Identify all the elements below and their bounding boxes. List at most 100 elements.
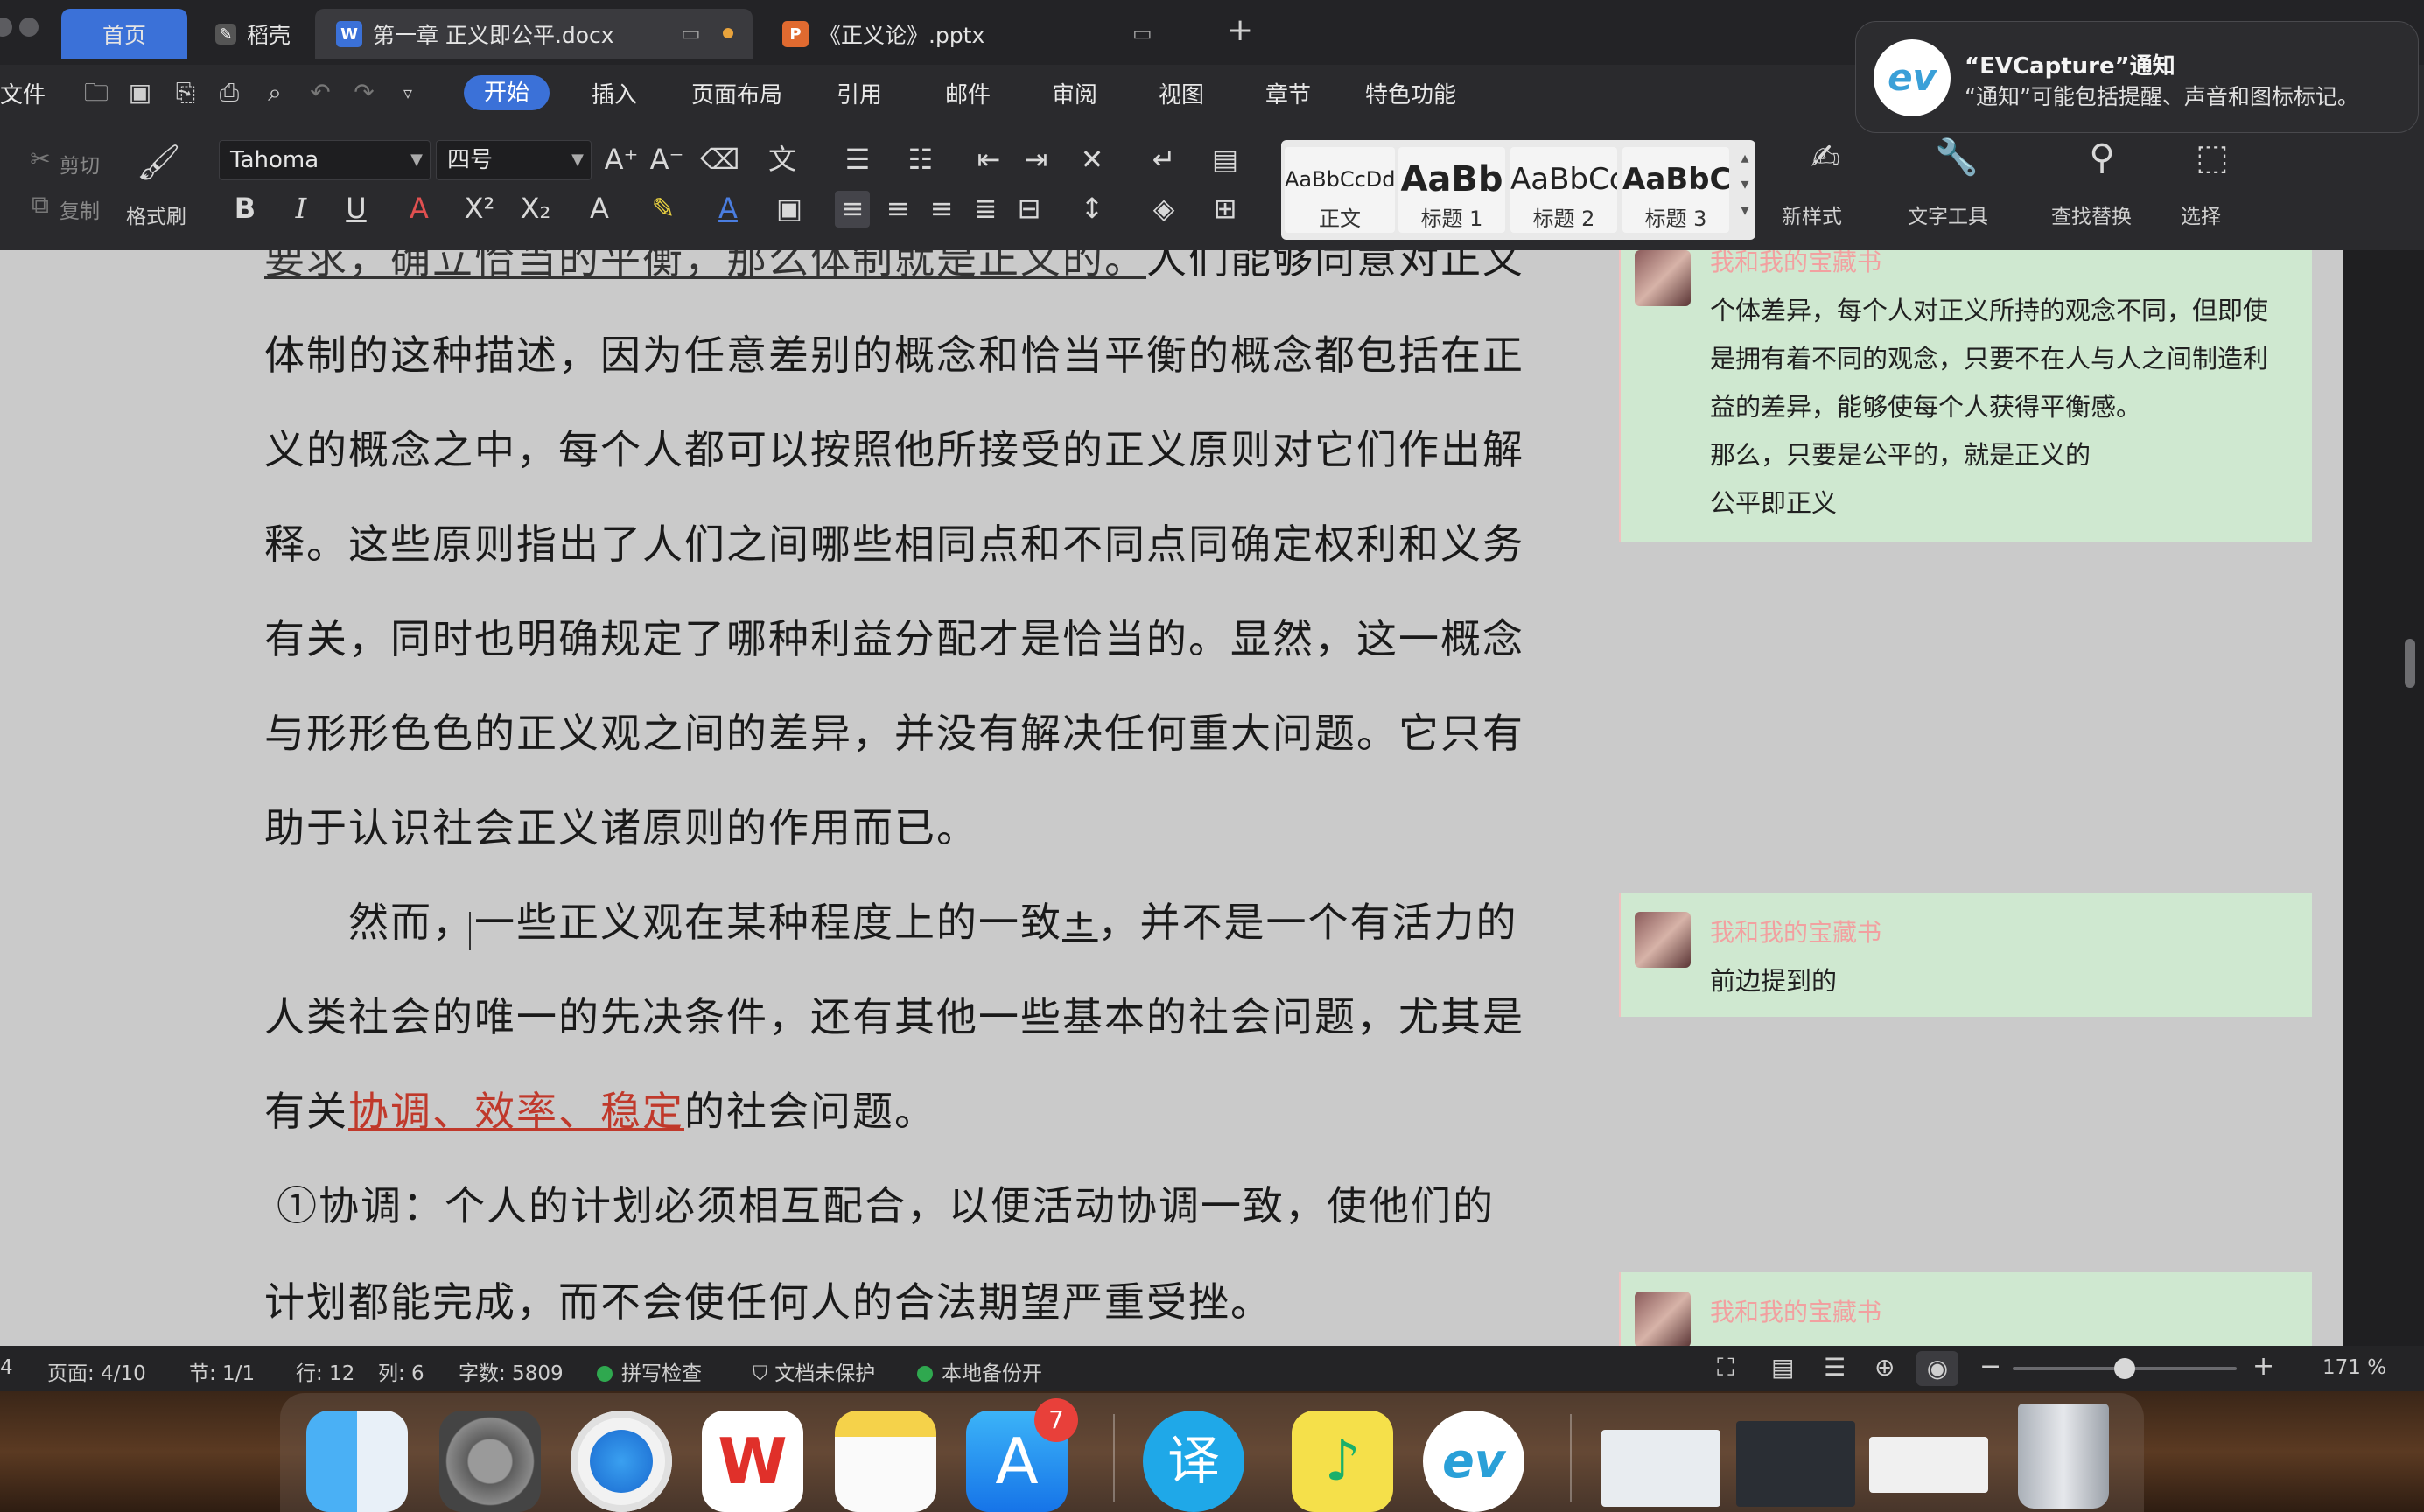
menu-home-start[interactable]: 开始 — [464, 75, 550, 110]
comment-card[interactable]: 我和我的宝藏书 个体差异，每个人对正义所持的观念不同，但即使 是拥有着不同的观念… — [1619, 250, 2312, 542]
new-style-icon[interactable]: ✍ — [1801, 138, 1850, 177]
window-close-dot[interactable] — [0, 18, 12, 37]
search-icon[interactable]: ⚲ — [2077, 138, 2126, 177]
distribute-icon[interactable]: ⊟ — [1010, 189, 1048, 228]
document-protection[interactable]: ⛉ 文档未保护 — [753, 1356, 875, 1386]
clear-format-icon[interactable]: ⌫ — [700, 140, 739, 178]
numbered-list-icon[interactable]: ☷ — [896, 140, 945, 178]
page-indicator[interactable]: 页面: 4/10 — [47, 1356, 146, 1386]
subscript-icon[interactable]: X₂ — [516, 189, 555, 228]
style-normal[interactable]: AaBbCcDd 正文 — [1285, 147, 1395, 233]
save-icon[interactable]: ▣ — [124, 77, 156, 108]
window-minimize-dot[interactable] — [19, 18, 39, 37]
menu-mailings[interactable]: 邮件 — [945, 77, 991, 109]
window-thumbnail-1[interactable] — [1601, 1430, 1720, 1507]
zoom-slider[interactable] — [2013, 1358, 2237, 1379]
tab-home[interactable]: 首页 — [61, 9, 187, 60]
style-heading-1[interactable]: AaBb 标题 1 — [1398, 147, 1505, 233]
new-tab-plus-icon[interactable]: + — [1227, 12, 1253, 48]
strikethrough-icon[interactable]: A — [394, 189, 445, 228]
spell-check-toggle[interactable]: 拼写检查 — [597, 1356, 702, 1386]
style-heading-3[interactable]: AaBbCc 标题 3 — [1622, 147, 1729, 233]
phonetic-guide-icon[interactable]: 文 — [756, 140, 809, 178]
comment-card[interactable]: 我和我的宝藏书 — [1619, 1272, 2312, 1346]
chinese-layout-icon[interactable]: ✕ — [1068, 140, 1117, 178]
menu-special-features[interactable]: 特色功能 — [1365, 77, 1456, 109]
highlight-icon[interactable]: ✎ — [639, 189, 688, 228]
copy-label[interactable]: 复制 — [60, 194, 100, 224]
line-spacing-icon[interactable]: ↕ — [1068, 189, 1117, 228]
customize-dropdown-icon[interactable]: ▿ — [392, 77, 424, 108]
font-name-select[interactable]: Tahoma ▼ — [219, 140, 431, 180]
superscript-icon[interactable]: X² — [460, 189, 499, 228]
local-backup-toggle[interactable]: 本地备份开 — [917, 1356, 1042, 1386]
section-indicator[interactable]: 节: 1/1 — [189, 1356, 255, 1386]
menu-file[interactable]: 文件 — [0, 77, 46, 109]
evcapture-dock-icon[interactable]: ev — [1423, 1410, 1524, 1512]
text-direction-icon[interactable]: ↵ — [1139, 140, 1188, 178]
print-preview-icon[interactable]: ⌕ — [259, 77, 291, 108]
align-right-icon[interactable]: ≡ — [922, 189, 961, 228]
select-label[interactable]: 选择 — [2181, 200, 2221, 229]
word-count[interactable]: 字数: 5809 — [459, 1356, 564, 1386]
web-view-icon[interactable]: ⊕ — [1874, 1353, 1895, 1382]
outline-view-icon[interactable]: ☰ — [1824, 1353, 1846, 1382]
font-color-icon[interactable]: A — [704, 189, 753, 228]
tab-daoke[interactable]: ✎ 稻壳 — [194, 9, 308, 60]
new-style-label[interactable]: 新样式 — [1782, 200, 1842, 229]
menu-chapter[interactable]: 章节 — [1265, 77, 1311, 109]
finder-icon[interactable] — [306, 1410, 408, 1512]
safari-icon[interactable] — [571, 1410, 672, 1512]
monitor-icon[interactable]: ▭ — [1132, 21, 1152, 46]
fullscreen-icon[interactable]: ⛶ — [1717, 1353, 1734, 1382]
increase-indent-icon[interactable]: ⇥ — [1017, 140, 1055, 178]
select-icon[interactable]: ⬚ — [2188, 138, 2237, 177]
cut-label[interactable]: 剪切 — [60, 149, 100, 178]
scissors-icon[interactable]: ✂ — [21, 140, 60, 178]
scrollbar-thumb[interactable] — [2405, 639, 2415, 688]
settings-icon[interactable] — [439, 1410, 541, 1512]
tab-pptx[interactable]: P 《正义论》.pptx ▭ — [761, 9, 1181, 60]
justify-icon[interactable]: ≣ — [966, 189, 1005, 228]
format-painter-label[interactable]: 格式刷 — [126, 200, 186, 229]
window-thumbnail-2[interactable] — [1736, 1421, 1855, 1507]
monitor-icon[interactable]: ▭ — [681, 21, 701, 46]
shading-icon[interactable]: ◈ — [1139, 189, 1188, 228]
style-heading-2[interactable]: AaBbCc 标题 2 — [1510, 147, 1617, 233]
vertical-scrollbar[interactable] — [2343, 250, 2424, 1346]
bullet-list-icon[interactable]: ☰ — [833, 140, 882, 178]
undo-icon[interactable]: ↶ — [305, 77, 336, 108]
ruler-icon[interactable]: ▤ — [1206, 140, 1244, 178]
find-replace-label[interactable]: 查找替换 — [2051, 200, 2132, 229]
zoom-level[interactable]: 171 % — [2322, 1356, 2386, 1379]
page-view-icon[interactable]: ▤ — [1771, 1353, 1794, 1382]
notification-banner[interactable]: ev “EVCapture”通知 “通知”可能包括提醒、声音和图标标记。 — [1855, 21, 2419, 133]
text-effect-icon[interactable]: A — [578, 189, 621, 228]
wps-icon[interactable]: W — [702, 1410, 803, 1512]
decrease-indent-icon[interactable]: ⇤ — [970, 140, 1008, 178]
notes-icon[interactable] — [835, 1410, 936, 1512]
zoom-out-icon[interactable]: − — [1979, 1351, 2001, 1382]
redo-icon[interactable]: ↷ — [348, 77, 380, 108]
copy-icon[interactable]: ⧉ — [21, 186, 60, 224]
zoom-in-icon[interactable]: + — [2252, 1351, 2274, 1382]
tab-docx[interactable]: W 第一章 正义即公平.docx ▭ — [315, 9, 753, 60]
open-folder-icon[interactable]: 🗀 — [81, 77, 112, 108]
document-page[interactable]: 要求，确立恰当的平衡，那么体制就是正义的。人们能够同意对正义 体制的这种描述，因… — [0, 250, 1619, 1346]
text-tools-label[interactable]: 文字工具 — [1908, 200, 1988, 229]
menu-view[interactable]: 视图 — [1159, 77, 1204, 109]
wrench-icon[interactable]: 🔧 — [1932, 138, 1981, 177]
translate-icon[interactable]: 译 — [1143, 1410, 1244, 1512]
print-icon[interactable]: ⎙ — [214, 77, 245, 108]
menu-insert[interactable]: 插入 — [592, 77, 637, 109]
shrink-font-icon[interactable]: A⁻ — [648, 140, 686, 178]
styles-scroll-icon[interactable]: ▴ ▾ ▾ — [1736, 145, 1754, 224]
export-icon[interactable]: ⎘ — [170, 77, 201, 108]
align-center-icon[interactable]: ≡ — [879, 189, 917, 228]
comment-card[interactable]: 我和我的宝藏书 前边提到的 — [1619, 892, 2312, 1017]
music-icon[interactable]: ♪ — [1292, 1410, 1393, 1512]
zoom-slider-thumb[interactable] — [2114, 1358, 2135, 1379]
brush-icon[interactable]: 🖌 — [137, 144, 181, 182]
menu-review[interactable]: 审阅 — [1052, 77, 1097, 109]
eye-protection-icon[interactable]: ◉ — [1916, 1351, 1958, 1386]
